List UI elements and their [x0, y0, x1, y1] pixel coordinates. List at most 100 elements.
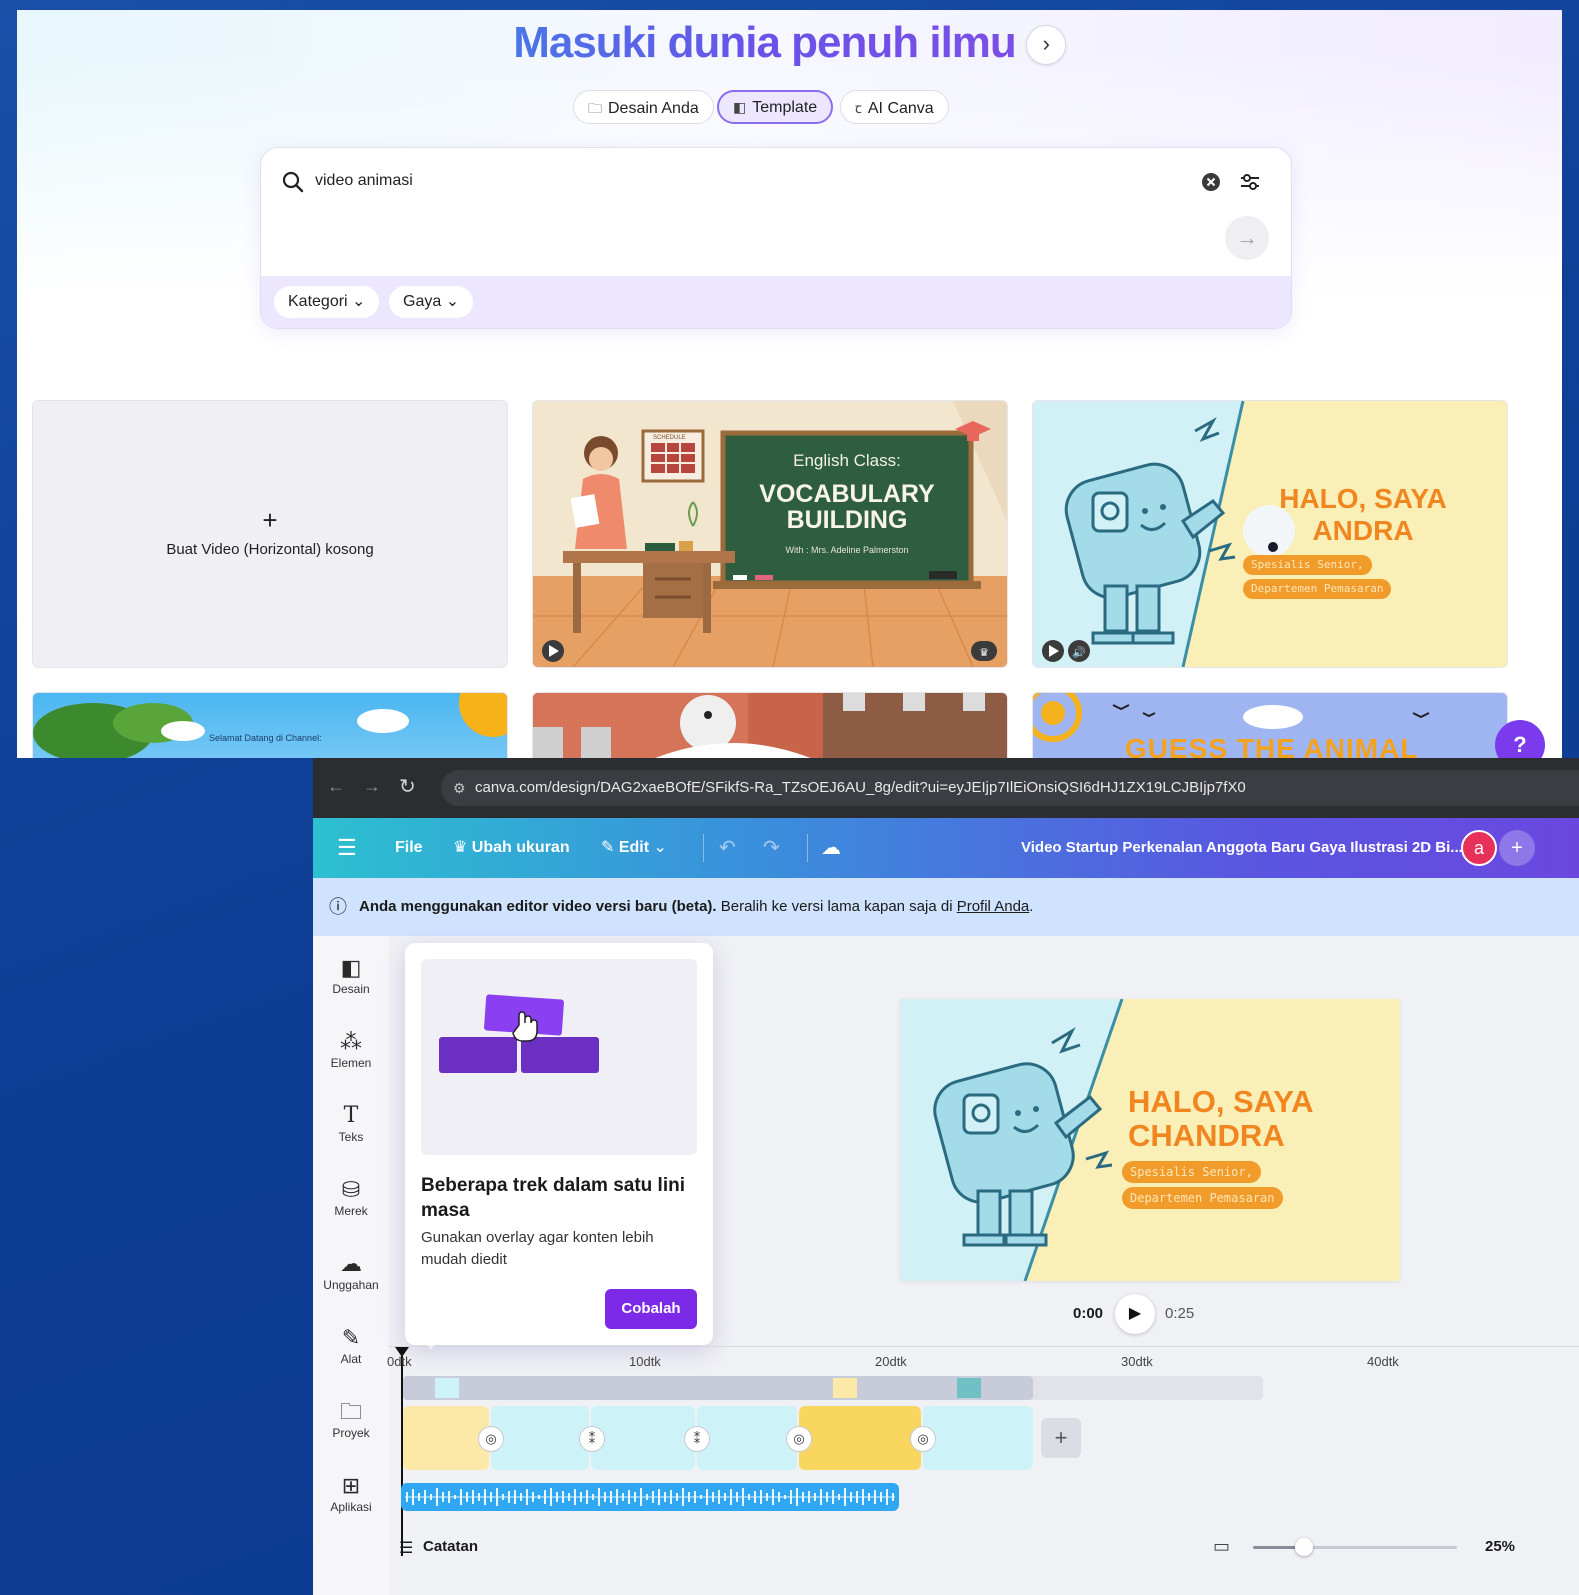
forward-icon[interactable]: → — [363, 776, 381, 797]
ruler-label: 10dtk — [629, 1354, 661, 1369]
zoom-level[interactable]: 25% — [1485, 1538, 1515, 1555]
classroom-illustration: ♛ — [533, 401, 1007, 667]
transition-icon[interactable]: ◎ — [786, 1426, 812, 1452]
thumb — [957, 1378, 981, 1398]
card-title-line2: BUILDING — [786, 506, 908, 534]
sidebar-item-elemen[interactable]: ⁂ Elemen — [313, 1028, 389, 1070]
kategori-filter[interactable]: Kategori ⌄ — [274, 286, 380, 318]
sidebar-item-alat[interactable]: ✎ Alat — [313, 1324, 389, 1366]
card-tag-1: Spesialis Senior, — [1243, 555, 1372, 575]
sidebar-label: Unggahan — [323, 1278, 379, 1292]
canvas-title-line2: CHANDRA — [1128, 1118, 1285, 1153]
transition-icon[interactable]: ⁑ — [579, 1426, 605, 1452]
template-card-guess-animal[interactable]: GUESS THE ANIMAL — [1032, 692, 1508, 758]
tab-ai-canva[interactable]: ꞇ AI Canva — [840, 90, 949, 124]
back-icon[interactable]: ← — [327, 776, 345, 797]
timeline-clip[interactable] — [403, 1406, 489, 1470]
undo-icon[interactable]: ↶ — [719, 818, 736, 878]
template-card-vocabulary[interactable]: ♛ English Class: VOCABULARY BUILDING Wit… — [532, 400, 1008, 668]
timeline-clip[interactable] — [697, 1406, 797, 1470]
sidebar-item-desain[interactable]: ◧ Desain — [313, 954, 389, 996]
schedule-sign: SCHEDULE — [653, 435, 686, 441]
template-icon: ◧ — [733, 99, 747, 115]
svg-text:♛: ♛ — [979, 646, 989, 659]
ruler-label: 20dtk — [875, 1354, 907, 1369]
popover-illustration — [421, 959, 697, 1155]
building-illustration — [533, 693, 1007, 758]
redo-icon[interactable]: ↷ — [763, 818, 780, 878]
ruler-label: 40dtk — [1367, 1354, 1399, 1369]
sidebar-item-unggahan[interactable]: ☁ Unggahan — [313, 1250, 389, 1292]
current-time: 0:00 — [1073, 1305, 1104, 1322]
card-title-line2: ANDRA — [1312, 515, 1414, 546]
document-title[interactable]: Video Startup Perkenalan Anggota Baru Ga… — [1021, 818, 1463, 878]
canvas-tag-1: Spesialis Senior, — [1122, 1161, 1261, 1183]
popover-title: Beberapa trek dalam satu lini masa — [421, 1175, 685, 1221]
zoom-slider[interactable] — [1253, 1538, 1457, 1556]
browser-bar: ← → ↻ ⚙ canva.com/design/DAG2xaeBOfE/SFi… — [313, 758, 1579, 818]
search-filters-bar: Kategori ⌄ Gaya ⌄ — [261, 276, 1291, 328]
reload-icon[interactable]: ↻ — [399, 774, 416, 799]
apps-icon: ⊞ — [341, 1473, 361, 1498]
play-button[interactable]: ▶ — [1115, 1294, 1155, 1334]
crown-icon: ♛ — [453, 839, 472, 856]
info-icon: ⓘ — [329, 897, 347, 917]
audio-track[interactable] — [401, 1483, 899, 1511]
notes-icon[interactable]: ☰ — [399, 1538, 413, 1558]
transition-icon[interactable]: ◎ — [910, 1426, 936, 1452]
edit-menu[interactable]: ✎ Edit ⌄ — [601, 818, 667, 878]
timeline-clip[interactable] — [591, 1406, 695, 1470]
design-canvas[interactable]: HALO, SAYA CHANDRA Spesialis Senior, Dep… — [900, 999, 1400, 1281]
left-sidebar: ◧ Desain ⁂ Elemen T Teks ⛁ Merek ☁ Unggahan ✎… — [313, 936, 389, 1595]
search-input[interactable]: video animasi — [315, 172, 413, 190]
sidebar-item-merek[interactable]: ⛁ Merek — [313, 1176, 389, 1218]
address-bar[interactable]: ⚙ canva.com/design/DAG2xaeBOfE/SFikfS-Ra… — [441, 770, 1579, 806]
cloud-saved-icon[interactable]: ☁ — [821, 818, 841, 878]
template-card-channel[interactable]: Selamat Datang di Channel: — [32, 692, 508, 758]
template-card-building[interactable] — [532, 692, 1008, 758]
banner-rest: Beralih ke versi lama kapan saja di — [720, 898, 953, 915]
try-it-button[interactable]: Cobalah — [605, 1289, 697, 1329]
card-byline: With : Mrs. Adeline Palmerston — [785, 545, 909, 555]
tab-template[interactable]: ◧ Template — [717, 90, 834, 124]
folder-icon: 🗀 — [339, 1399, 362, 1424]
tab-desain-anda[interactable]: 🗀 Desain Anda — [573, 90, 714, 124]
transition-icon[interactable]: ⁑ — [684, 1426, 710, 1452]
add-clip-button[interactable]: + — [1041, 1418, 1081, 1458]
sidebar-item-aplikasi[interactable]: ⊞ Aplikasi — [313, 1472, 389, 1514]
gaya-filter[interactable]: Gaya ⌄ — [389, 286, 474, 318]
timeline-clip[interactable] — [799, 1406, 921, 1470]
template-card-andra[interactable]: 🔊 HALO, SAYA ANDRA Spesialis Senior, Dep… — [1032, 400, 1508, 668]
filter-settings-icon[interactable] — [1239, 172, 1261, 192]
notes-button[interactable]: Catatan — [423, 1538, 478, 1555]
add-collaborator-button[interactable]: + — [1499, 830, 1535, 866]
overlay-track[interactable] — [403, 1376, 1033, 1400]
clear-icon[interactable] — [1201, 172, 1221, 192]
zoom-slider-thumb[interactable] — [1295, 1538, 1313, 1556]
page-view-icon[interactable]: ▭ — [1213, 1536, 1230, 1557]
sidebar-item-teks[interactable]: T Teks — [313, 1102, 389, 1144]
plus-icon: + — [262, 505, 278, 535]
transition-icon[interactable]: ◎ — [478, 1426, 504, 1452]
chip-label: Gaya — [403, 293, 442, 310]
hero-arrow-button[interactable]: › — [1025, 25, 1066, 66]
timeline-clip[interactable] — [491, 1406, 589, 1470]
profile-link[interactable]: Profil Anda — [957, 898, 1030, 915]
sidebar-label: Aplikasi — [330, 1500, 372, 1514]
audio-waveform — [405, 1488, 895, 1506]
banner-bold: Anda menggunakan editor video versi baru… — [359, 898, 717, 915]
divider — [807, 834, 808, 862]
timeline-clip[interactable] — [923, 1406, 1033, 1470]
feature-popover: Beberapa trek dalam satu lini masa Gunak… — [405, 943, 713, 1349]
avatar[interactable]: a — [1461, 830, 1497, 866]
guess-animal-title: GUESS THE ANIMAL — [1125, 733, 1419, 758]
file-menu[interactable]: File — [395, 818, 423, 878]
ruler-label: 30dtk — [1121, 1354, 1153, 1369]
text-icon: T — [343, 1103, 359, 1128]
menu-icon[interactable]: ☰ — [337, 818, 357, 878]
resize-button[interactable]: ♛ Ubah ukuran — [453, 818, 570, 878]
popover-caret — [423, 1341, 439, 1349]
blank-video-card[interactable]: + Buat Video (Horizontal) kosong — [32, 400, 508, 668]
sidebar-item-proyek[interactable]: 🗀 Proyek — [313, 1398, 389, 1440]
submit-search-button[interactable]: → — [1225, 216, 1269, 260]
